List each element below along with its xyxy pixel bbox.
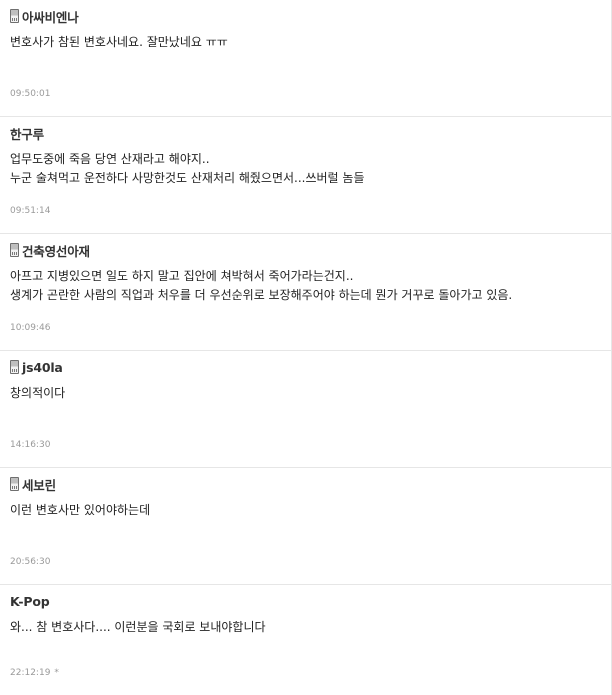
comment-text: 업무도중에 죽음 당연 산재라고 해야지.. 누군 술쳐먹고 운전하다 사망한것…	[10, 150, 601, 188]
comment-timestamp: 09:50:01	[10, 89, 50, 99]
comment-item: 아싸비엔나 변호사가 참된 변호사네요. 잘만났네요 ㅠㅠ 09:50:01	[0, 0, 612, 117]
comment-header: K-Pop	[10, 593, 50, 609]
comment-item: js40la 창의적이다 14:16:30	[0, 351, 612, 468]
comment-timestamp: 14:16:30	[10, 440, 50, 450]
comment-header: 건축영선아재	[10, 241, 90, 260]
comment-time: 20:56:30	[10, 557, 51, 567]
comment-mark: *	[54, 668, 59, 678]
comment-line: 이런 변호사만 있어야하는데	[10, 503, 151, 517]
comment-text: 창의적이다	[10, 384, 601, 403]
comment-line: 아프고 지병있으면 일도 하지 말고 집안에 쳐박혀서 죽어가라는건지..	[10, 269, 354, 283]
comment-line: 업무도중에 죽음 당연 산재라고 해야지..	[10, 152, 210, 166]
comment-item: 세보린 이런 변호사만 있어야하는데 20:56:30	[0, 468, 612, 585]
mobile-phone-icon	[10, 360, 19, 374]
comment-time: 10:09:46	[10, 323, 51, 333]
comment-author[interactable]: 한구루	[10, 124, 44, 143]
comment-time: 22:12:19	[10, 668, 51, 678]
comment-header: js40la	[10, 359, 63, 375]
comment-text: 이런 변호사만 있어야하는데	[10, 501, 601, 520]
comment-item: K-Pop 와... 참 변호사다.... 이런분을 국회로 보내야합니다 22…	[0, 585, 612, 695]
comment-author[interactable]: 세보린	[22, 475, 56, 494]
comment-time: 14:16:30	[10, 440, 51, 450]
comment-text: 와... 참 변호사다.... 이런분을 국회로 보내야합니다	[10, 618, 601, 637]
comment-line: 창의적이다	[10, 386, 66, 400]
comment-header: 세보린	[10, 475, 56, 494]
comment-author[interactable]: 건축영선아재	[22, 241, 90, 260]
mobile-phone-icon	[10, 9, 19, 23]
comment-time: 09:50:01	[10, 89, 51, 99]
comment-text: 아프고 지병있으면 일도 하지 말고 집안에 쳐박혀서 죽어가라는건지.. 생계…	[10, 267, 601, 305]
comment-timestamp: 22:12:19 *	[10, 668, 59, 678]
mobile-phone-icon	[10, 243, 19, 257]
comment-author[interactable]: js40la	[22, 360, 63, 375]
mobile-phone-icon	[10, 477, 19, 491]
comment-time: 09:51:14	[10, 206, 51, 216]
comment-line: 와... 참 변호사다.... 이런분을 국회로 보내야합니다	[10, 620, 266, 634]
comment-list: 아싸비엔나 변호사가 참된 변호사네요. 잘만났네요 ㅠㅠ 09:50:01 한…	[0, 0, 612, 695]
comment-author[interactable]: 아싸비엔나	[22, 7, 79, 26]
comment-item: 건축영선아재 아프고 지병있으면 일도 하지 말고 집안에 쳐박혀서 죽어가라는…	[0, 234, 612, 351]
comment-header: 아싸비엔나	[10, 7, 79, 26]
comment-item: 한구루 업무도중에 죽음 당연 산재라고 해야지.. 누군 술쳐먹고 운전하다 …	[0, 117, 612, 234]
comment-text: 변호사가 참된 변호사네요. 잘만났네요 ㅠㅠ	[10, 33, 601, 52]
comment-timestamp: 09:51:14	[10, 206, 50, 216]
comment-author[interactable]: K-Pop	[10, 594, 50, 609]
comment-header: 한구루	[10, 124, 44, 143]
comment-timestamp: 20:56:30	[10, 557, 50, 567]
comment-line: 생계가 곤란한 사람의 직업과 처우를 더 우선순위로 보장해주어야 하는데 뭔…	[10, 288, 513, 302]
comment-line: 누군 술쳐먹고 운전하다 사망한것도 산재처리 해줬으면서...쓰버럴 놈들	[10, 171, 365, 185]
comment-timestamp: 10:09:46	[10, 323, 50, 333]
comment-line: 변호사가 참된 변호사네요. 잘만났네요 ㅠㅠ	[10, 35, 228, 49]
